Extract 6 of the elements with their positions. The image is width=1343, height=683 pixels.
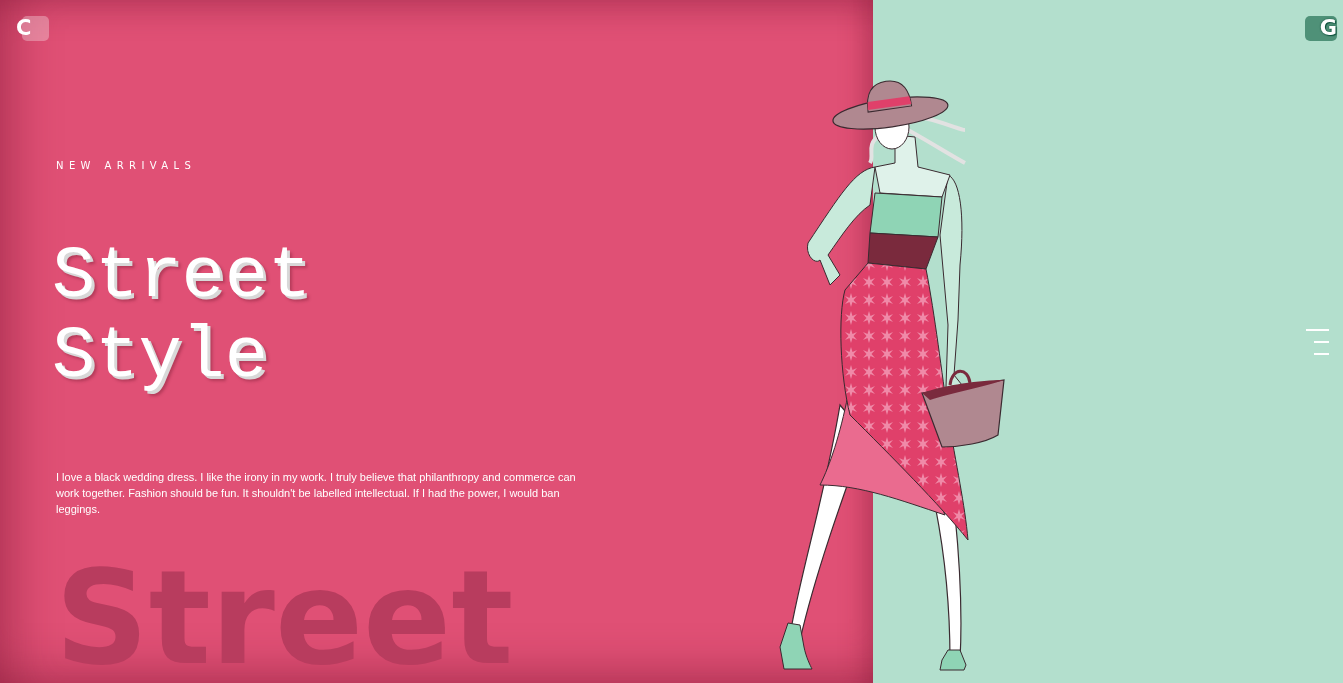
hero-description: I love a black wedding dress. I like the irony in my work. I truly believe that philanthropy and commerce can work together. Fashion should be fun. It shouldn't be labelled intellectual. If I had the power, I would ban leggings. — [56, 470, 577, 517]
eyebrow-label: NEW ARRIVALS — [56, 159, 198, 173]
logo[interactable]: G — [1305, 16, 1337, 41]
hero-heading: Street Style — [52, 237, 313, 397]
menu-icon[interactable] — [1306, 329, 1329, 355]
logo[interactable]: C — [16, 16, 49, 41]
